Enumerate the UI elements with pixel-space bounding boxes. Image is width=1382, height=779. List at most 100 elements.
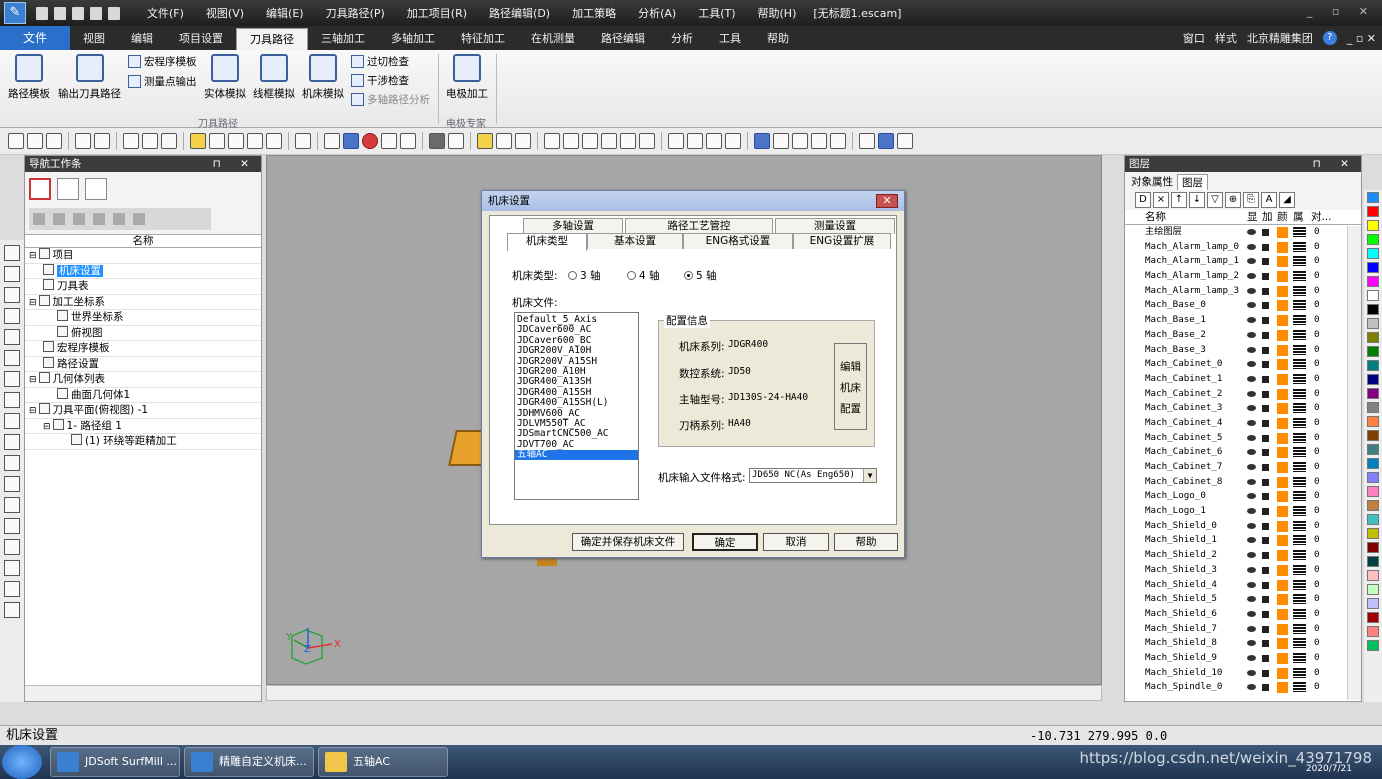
layer-row[interactable]: Mach_Base_0 0 <box>1125 298 1361 313</box>
palette-color-swatch[interactable] <box>1367 584 1379 595</box>
save-icon[interactable] <box>46 133 62 149</box>
menu-item[interactable]: 加工策略 <box>561 5 627 21</box>
edm-button[interactable]: 电极加工 <box>446 54 488 101</box>
lock-icon[interactable] <box>1262 243 1269 251</box>
palette-color-swatch[interactable] <box>1367 598 1379 609</box>
ribbon-tab[interactable]: 三轴加工 <box>308 28 378 50</box>
pan-icon[interactable] <box>668 133 684 149</box>
delete-layer-icon[interactable]: × <box>1153 192 1169 208</box>
tree-node[interactable]: ⊟ 1- 路径组 1 <box>25 418 261 434</box>
interference-check-button[interactable]: 干涉检查 <box>351 73 409 88</box>
layer-row[interactable]: Mach_Spindle_0 0 <box>1125 680 1361 695</box>
cube-view-icon[interactable] <box>190 133 206 149</box>
lock-icon[interactable] <box>1262 610 1269 618</box>
line-style-icon[interactable] <box>1293 506 1306 517</box>
menu-item[interactable]: 刀具路径(P) <box>315 5 396 21</box>
radio-icon[interactable] <box>684 271 693 280</box>
layer-panel-controls[interactable]: ⊓ ✕ <box>1313 156 1357 172</box>
taskbar-button[interactable]: 精雕自定义机床... <box>184 747 314 777</box>
menu-item[interactable]: 加工项目(R) <box>396 5 478 21</box>
geometry-tab-icon[interactable] <box>57 178 79 200</box>
layer-row[interactable]: Mach_Alarm_lamp_0 0 <box>1125 240 1361 255</box>
radio-icon[interactable] <box>627 271 636 280</box>
layer-row[interactable]: Mach_Base_1 0 <box>1125 313 1361 328</box>
palette-color-swatch[interactable] <box>1367 486 1379 497</box>
lock-icon[interactable] <box>1262 258 1269 266</box>
move-up-icon[interactable]: ↑ <box>1171 192 1187 208</box>
zoom-all-icon[interactable] <box>639 133 655 149</box>
lock-icon[interactable] <box>1262 684 1269 692</box>
layer-row[interactable]: Mach_Shield_10 0 <box>1125 666 1361 681</box>
palette-color-swatch[interactable] <box>1367 248 1379 259</box>
nav-tool-icon[interactable] <box>53 213 65 225</box>
eye-icon[interactable] <box>1247 405 1256 412</box>
line-style-icon[interactable] <box>1293 682 1306 693</box>
line-style-icon[interactable] <box>1293 285 1306 296</box>
layer-color-swatch[interactable] <box>1277 256 1288 268</box>
eye-icon[interactable] <box>1247 287 1256 294</box>
pick-tool-icon[interactable] <box>4 518 20 534</box>
rotate-icon[interactable] <box>687 133 703 149</box>
tree-node[interactable]: 路径设置 <box>25 356 261 372</box>
ribbon-tab[interactable]: 刀具路径 <box>236 28 308 50</box>
ribbon-tab[interactable]: 视图 <box>70 28 118 50</box>
lock-icon[interactable] <box>1262 625 1269 633</box>
layer-row[interactable]: Mach_Cabinet_7 0 <box>1125 460 1361 475</box>
edit-machine-config-button[interactable]: 编辑 机床 配置 <box>834 343 867 430</box>
eye-icon[interactable] <box>1247 478 1256 485</box>
menu-item[interactable]: 分析(A) <box>627 5 687 21</box>
axis-tool-icon[interactable] <box>4 434 20 450</box>
target-tool-icon[interactable] <box>4 350 20 366</box>
surface-b-tool-icon[interactable] <box>4 476 20 492</box>
material-icon[interactable] <box>448 133 464 149</box>
line-style-icon[interactable] <box>1293 652 1306 663</box>
close-icon[interactable]: ✕ <box>876 194 898 208</box>
layer-color-swatch[interactable] <box>1277 638 1288 650</box>
layer-row[interactable]: Mach_Cabinet_6 0 <box>1125 445 1361 460</box>
palette-color-swatch[interactable] <box>1367 556 1379 567</box>
line-style-icon[interactable] <box>1293 359 1306 370</box>
menu-item[interactable]: 视图(V) <box>195 5 255 21</box>
file-tab[interactable]: 文件 <box>0 26 70 50</box>
wireframe-render-icon[interactable] <box>324 133 340 149</box>
light-green-icon[interactable] <box>773 133 789 149</box>
grid-icon[interactable] <box>515 133 531 149</box>
lock-icon[interactable] <box>1262 375 1269 383</box>
color-render-icon[interactable] <box>362 133 378 149</box>
layer-row[interactable]: Mach_Shield_6 0 <box>1125 607 1361 622</box>
layer-row[interactable]: Mach_Alarm_lamp_3 0 <box>1125 284 1361 299</box>
help-icon[interactable]: ? <box>1322 31 1337 45</box>
line-style-icon[interactable] <box>1293 388 1306 399</box>
unpick-tool-icon[interactable] <box>4 539 20 555</box>
axis-radio-option[interactable]: 5 轴 <box>684 268 717 283</box>
radio-icon[interactable] <box>568 271 577 280</box>
palette-color-swatch[interactable] <box>1367 234 1379 245</box>
cancel-button[interactable]: 取消 <box>763 533 829 551</box>
palette-color-swatch[interactable] <box>1367 220 1379 231</box>
layer-show-icon[interactable] <box>811 133 827 149</box>
dialog-tab[interactable]: 基本设置 <box>587 233 683 249</box>
side-view-icon[interactable] <box>228 133 244 149</box>
nav-tool-icon[interactable] <box>133 213 145 225</box>
palette-color-swatch[interactable] <box>1367 402 1379 413</box>
zoom-fit-icon[interactable] <box>620 133 636 149</box>
lock-icon[interactable] <box>1262 566 1269 574</box>
viewport-horizontal-scrollbar[interactable] <box>266 685 1102 701</box>
layer-copy-icon[interactable]: ⎘ <box>1243 192 1259 208</box>
layer-row[interactable]: Mach_Shield_7 0 <box>1125 622 1361 637</box>
layer-color-swatch[interactable] <box>1277 241 1288 253</box>
lock-icon[interactable] <box>1262 596 1269 604</box>
layer-color-swatch[interactable] <box>1277 608 1288 620</box>
line-style-icon[interactable] <box>1293 432 1306 443</box>
menu-item[interactable]: 文件(F) <box>136 5 195 21</box>
layer-color-swatch[interactable] <box>1277 432 1288 444</box>
layer-row[interactable]: Mach_Base_3 0 <box>1125 343 1361 358</box>
eye-icon[interactable] <box>1247 317 1256 324</box>
palette-color-swatch[interactable] <box>1367 332 1379 343</box>
eye-icon[interactable] <box>1247 302 1256 309</box>
filter-icon[interactable]: ▽ <box>1207 192 1223 208</box>
shaded-render-icon[interactable] <box>343 133 359 149</box>
tree-toggle-icon[interactable]: ⊟ <box>29 298 37 308</box>
layer-color-swatch[interactable] <box>1277 344 1288 356</box>
solid-sim-button[interactable]: 实体模拟 <box>204 54 246 101</box>
